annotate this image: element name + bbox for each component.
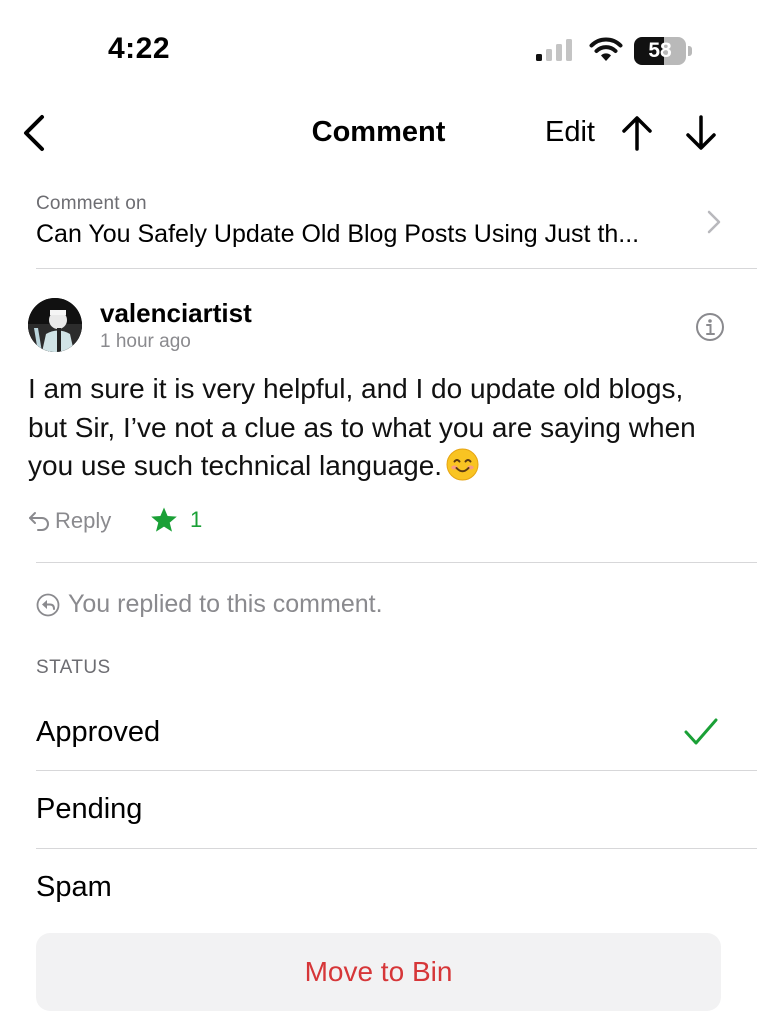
replied-notice: You replied to this comment. bbox=[36, 590, 383, 619]
post-title[interactable]: Can You Safely Update Old Blog Posts Usi… bbox=[36, 220, 639, 249]
arrow-down-icon[interactable] bbox=[684, 114, 718, 152]
reply-arrow-icon bbox=[29, 512, 49, 531]
smiling-emoji-icon bbox=[446, 448, 479, 481]
battery-icon: 58 bbox=[634, 37, 692, 65]
comment-text: I am sure it is very helpful, and I do u… bbox=[28, 373, 696, 481]
comment-on-label: Comment on bbox=[36, 193, 147, 214]
divider bbox=[36, 268, 757, 269]
status-option-label: Pending bbox=[36, 793, 143, 825]
replied-text: You replied to this comment. bbox=[68, 590, 383, 618]
chevron-right-icon bbox=[707, 210, 721, 234]
status-option-approved[interactable]: Approved bbox=[0, 694, 757, 772]
status-option-spam[interactable]: Spam bbox=[0, 849, 757, 927]
status-time: 4:22 bbox=[108, 32, 171, 65]
battery-level: 58 bbox=[648, 39, 672, 62]
comment-body: I am sure it is very helpful, and I do u… bbox=[28, 370, 728, 486]
reply-button[interactable]: Reply bbox=[28, 506, 111, 536]
reply-label: Reply bbox=[55, 508, 112, 533]
status-section-header: STATUS bbox=[36, 657, 111, 678]
reply-circle-icon bbox=[36, 593, 60, 616]
status-option-label: Spam bbox=[36, 871, 112, 903]
signal-icon bbox=[536, 39, 572, 61]
author-name[interactable]: valenciartist bbox=[100, 298, 252, 329]
comment-timestamp: 1 hour ago bbox=[100, 331, 191, 352]
star-icon bbox=[151, 507, 177, 532]
status-option-label: Approved bbox=[36, 716, 161, 748]
status-option-pending[interactable]: Pending bbox=[0, 771, 757, 849]
info-icon[interactable] bbox=[695, 312, 725, 342]
checkmark-icon bbox=[684, 718, 718, 745]
edit-button[interactable]: Edit bbox=[545, 116, 595, 149]
like-button[interactable]: 1 bbox=[150, 505, 202, 535]
like-count: 1 bbox=[190, 507, 203, 532]
wifi-icon bbox=[589, 37, 623, 61]
move-to-bin-button[interactable]: Move to Bin bbox=[36, 933, 721, 1011]
arrow-up-icon[interactable] bbox=[620, 114, 654, 152]
divider bbox=[36, 562, 757, 563]
avatar[interactable] bbox=[28, 298, 82, 352]
